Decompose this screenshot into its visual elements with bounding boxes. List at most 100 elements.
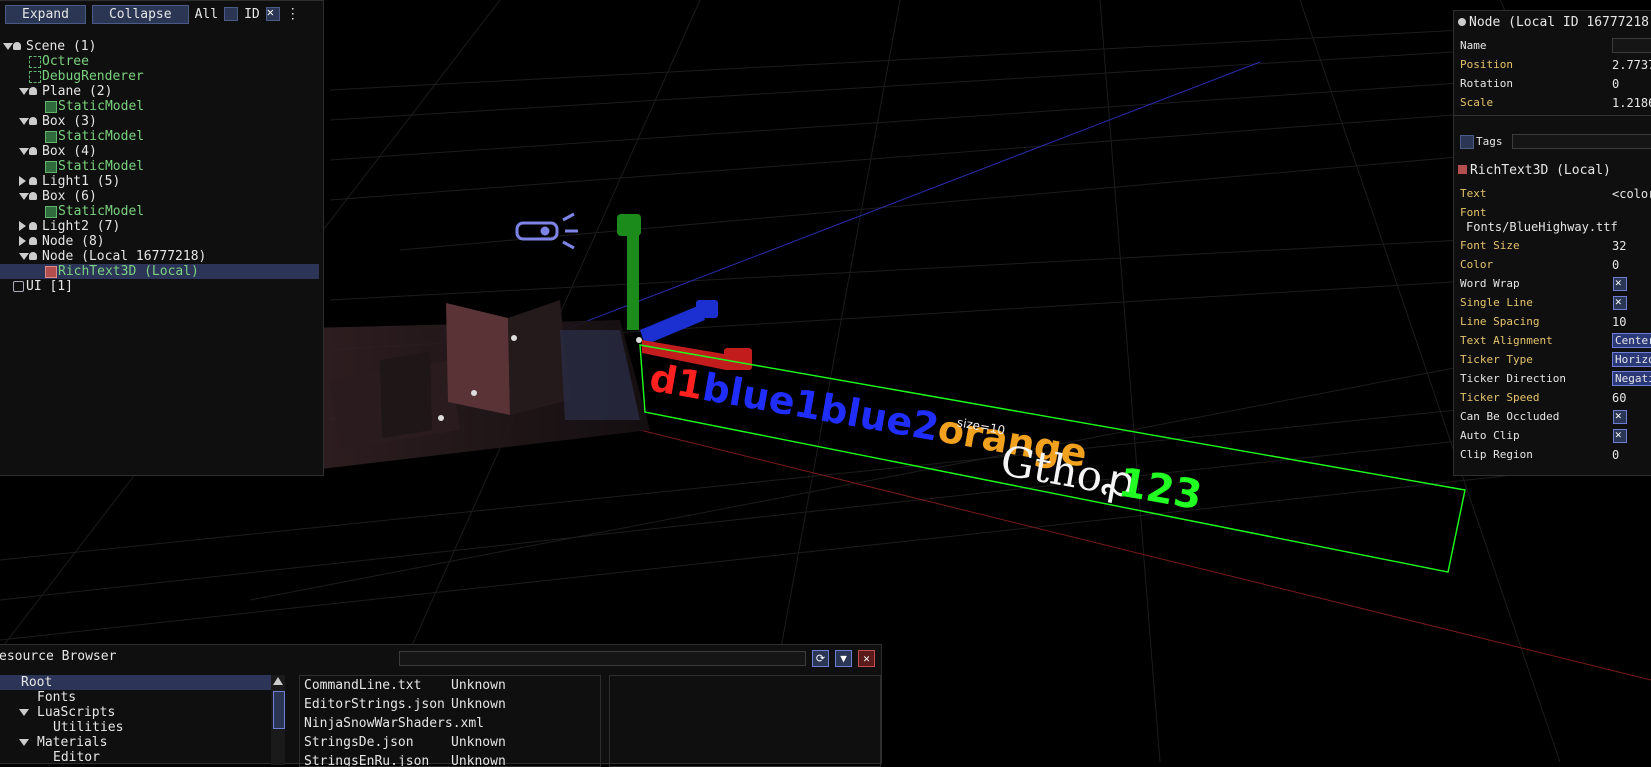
node-icon: [29, 252, 37, 260]
scroll-up-icon[interactable]: [273, 677, 283, 685]
hierarchy-item[interactable]: DebugRenderer: [0, 69, 319, 84]
all-checkbox[interactable]: [224, 7, 239, 21]
resource-folder[interactable]: Editor: [0, 750, 271, 765]
expanded-arrow-icon[interactable]: [19, 193, 29, 200]
font-path[interactable]: Fonts/BlueHighway.ttf: [1466, 220, 1618, 234]
expanded-arrow-icon[interactable]: [19, 709, 29, 716]
collapsed-arrow-icon[interactable]: [19, 221, 26, 231]
attribute-value[interactable]: 0: [1612, 258, 1619, 272]
file-row[interactable]: StringsEnRu.json Unknown: [300, 752, 600, 767]
attribute-label: Line Spacing: [1460, 315, 1540, 328]
attribute-value[interactable]: 10: [1612, 315, 1626, 329]
collapsed-arrow-icon[interactable]: [19, 236, 26, 246]
expanded-arrow-icon[interactable]: [19, 148, 29, 155]
hierarchy-item[interactable]: Box (6): [0, 189, 319, 204]
hierarchy-item[interactable]: Box (4): [0, 144, 319, 159]
hierarchy-item[interactable]: StaticModel: [0, 99, 319, 114]
refresh-icon[interactable]: ⟳: [812, 650, 829, 667]
expanded-arrow-icon[interactable]: [19, 253, 29, 260]
node-icon: [13, 42, 21, 50]
attribute-row: Clip Region 0: [1460, 446, 1651, 464]
file-name: EditorStrings.json: [304, 697, 445, 712]
hierarchy-tree-icon[interactable]: ⋮: [286, 6, 300, 22]
resource-preview: [609, 675, 881, 767]
node-icon: [1458, 18, 1466, 26]
resource-folder-label: LuaScripts: [37, 705, 116, 720]
filter-icon[interactable]: ▼: [835, 650, 852, 667]
hierarchy-item-label: Node (Local 16777218): [42, 249, 207, 264]
hierarchy-item-label: DebugRenderer: [42, 69, 144, 84]
attribute-checkbox[interactable]: [1613, 409, 1627, 424]
resource-search-input[interactable]: [399, 651, 806, 666]
hierarchy-item[interactable]: StaticModel: [0, 204, 319, 219]
node-icon: [29, 117, 37, 125]
tags-input[interactable]: [1512, 134, 1651, 149]
hierarchy-item[interactable]: Light1 (5): [0, 174, 319, 189]
attribute-select[interactable]: Center: [1612, 333, 1651, 348]
hierarchy-item[interactable]: StaticModel: [0, 129, 319, 144]
hierarchy-item[interactable]: Octree: [0, 54, 319, 69]
attribute-row: Font Size 32: [1460, 237, 1651, 255]
attribute-value[interactable]: 0: [1612, 77, 1619, 91]
expanded-arrow-icon[interactable]: [19, 88, 29, 95]
attribute-label: Scale: [1460, 96, 1494, 109]
component-header[interactable]: RichText3D (Local): [1458, 163, 1611, 178]
attribute-row: Name: [1460, 37, 1651, 55]
file-name: StringsEnRu.json: [304, 754, 430, 767]
file-name: CommandLine.txt: [304, 678, 422, 693]
resource-folder[interactable]: LuaScripts: [0, 705, 271, 720]
file-row[interactable]: StringsDe.json Unknown: [300, 733, 600, 752]
resource-folder[interactable]: Root: [0, 675, 271, 690]
file-name: StringsDe.json: [304, 735, 414, 750]
collapse-button[interactable]: Collapse: [91, 4, 189, 24]
resource-folder[interactable]: Materials: [0, 735, 271, 750]
node-icon: [29, 177, 37, 185]
hierarchy-item[interactable]: UI [1]: [0, 279, 319, 294]
hierarchy-item[interactable]: Plane (2): [0, 84, 319, 99]
file-row[interactable]: CommandLine.txt Unknown: [300, 676, 600, 695]
hierarchy-item-label: Light2 (7): [42, 219, 121, 234]
node-header[interactable]: Node (Local ID 16777218): [1458, 15, 1651, 30]
attribute-value[interactable]: 0: [1612, 448, 1619, 462]
attribute-select[interactable]: Horizo: [1612, 352, 1651, 367]
close-icon[interactable]: ✕: [858, 650, 875, 667]
component-icon: [29, 56, 41, 68]
attribute-input[interactable]: [1612, 38, 1651, 53]
expanded-arrow-icon[interactable]: [3, 43, 13, 50]
attribute-select[interactable]: Negati: [1612, 371, 1651, 386]
expand-button[interactable]: Expand: [5, 4, 86, 24]
file-row[interactable]: NinjaSnowWarShaders.xml: [300, 714, 600, 733]
hierarchy-item[interactable]: RichText3D (Local): [0, 264, 319, 279]
attribute-checkbox[interactable]: [1613, 295, 1627, 310]
attribute-checkbox[interactable]: [1613, 428, 1627, 443]
expanded-arrow-icon[interactable]: [19, 118, 29, 125]
attribute-label: Name: [1460, 39, 1487, 52]
file-row[interactable]: EditorStrings.json Unknown: [300, 695, 600, 714]
hierarchy-item-label: UI [1]: [26, 279, 73, 294]
collapsed-arrow-icon[interactable]: [19, 176, 26, 186]
resource-tree-scrollbar[interactable]: [271, 675, 285, 765]
attribute-value[interactable]: 2.7737: [1612, 58, 1651, 72]
separator: [1454, 115, 1651, 116]
hierarchy-item[interactable]: Light2 (7): [0, 219, 319, 234]
attribute-value[interactable]: 1.2186: [1612, 96, 1651, 110]
attribute-value[interactable]: <color: [1612, 187, 1651, 201]
tags-toggle[interactable]: [1460, 135, 1474, 149]
attribute-row: Text Alignment Center: [1460, 332, 1651, 350]
resource-folder[interactable]: Utilities: [0, 720, 271, 735]
id-checkbox[interactable]: [265, 5, 280, 21]
node-icon: [29, 192, 37, 200]
scroll-thumb[interactable]: [273, 691, 285, 729]
attribute-value[interactable]: 32: [1612, 239, 1626, 253]
attribute-value[interactable]: 60: [1612, 391, 1626, 405]
transform-gizmo[interactable]: [617, 214, 752, 370]
hierarchy-item[interactable]: Scene (1): [0, 39, 319, 54]
hierarchy-item[interactable]: Node (8): [0, 234, 319, 249]
resource-folder[interactable]: Fonts: [0, 690, 271, 705]
expanded-arrow-icon[interactable]: [19, 739, 29, 746]
attribute-checkbox[interactable]: [1613, 276, 1627, 291]
attribute-label: Auto Clip: [1460, 429, 1520, 442]
hierarchy-item[interactable]: Node (Local 16777218): [0, 249, 319, 264]
hierarchy-item[interactable]: StaticModel: [0, 159, 319, 174]
hierarchy-item[interactable]: Box (3): [0, 114, 319, 129]
